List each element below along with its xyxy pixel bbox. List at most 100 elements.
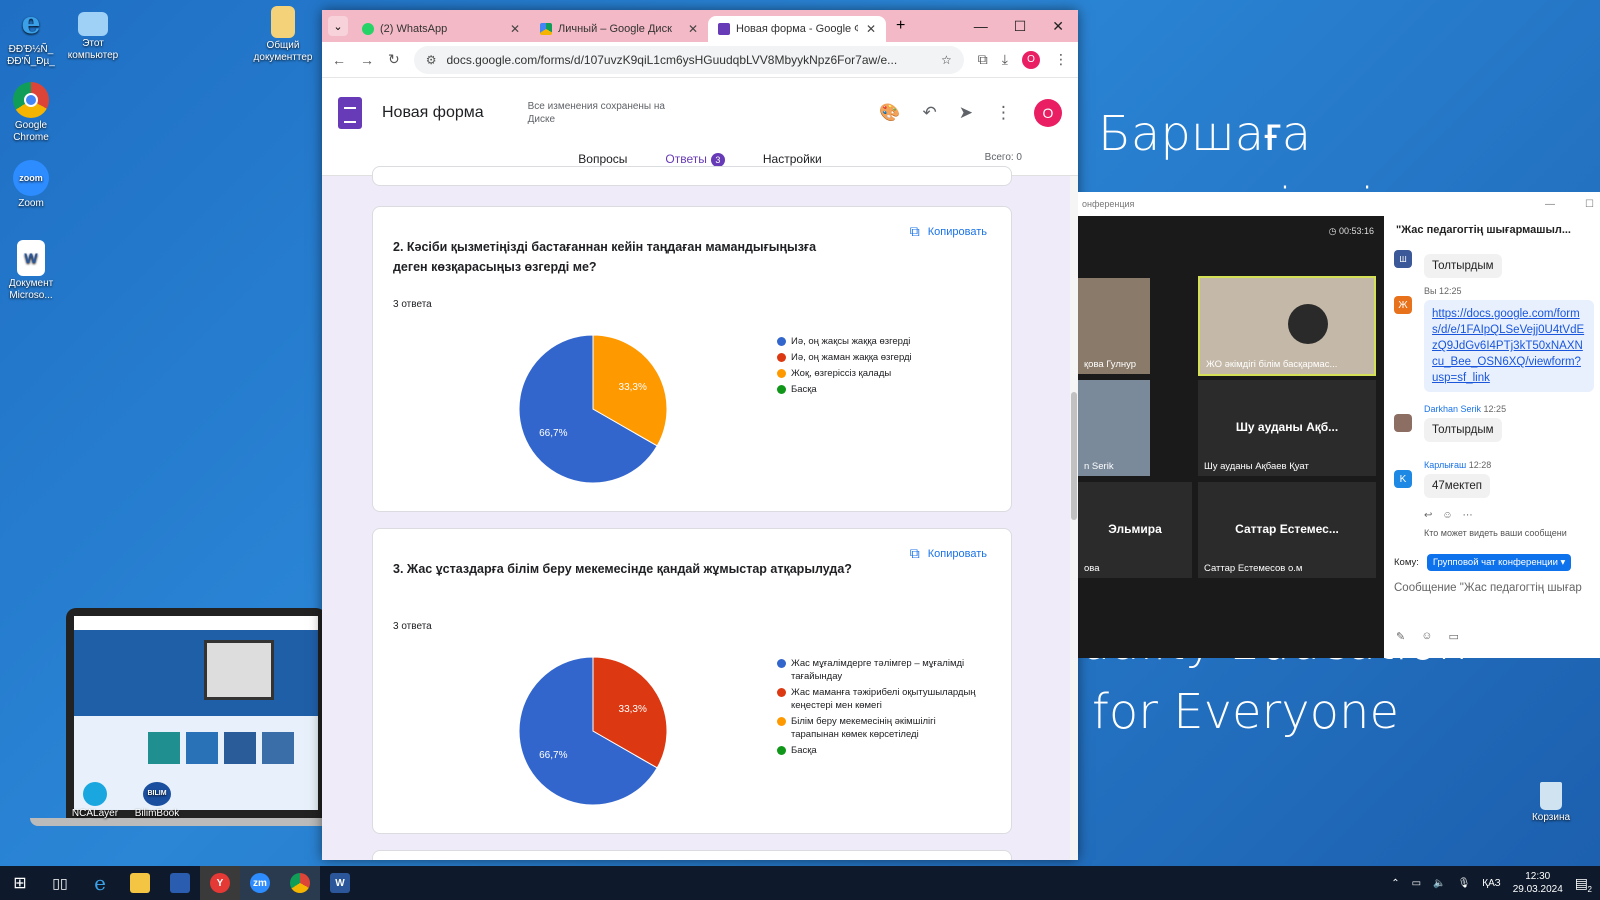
microphone-icon[interactable]: 🎙 [1458,878,1471,889]
meeting-timer-text: 00:53:16 [1338,226,1374,236]
taskbar-yandex[interactable]: Y [200,866,240,900]
maximize-icon[interactable]: ☐ [1014,18,1027,35]
input-language[interactable]: ҚАЗ [1482,878,1500,889]
card-next-edge [372,850,1012,860]
undo-icon[interactable]: ↶ [923,103,937,123]
forms-logo-icon[interactable] [338,97,362,129]
bookmark-star-icon[interactable]: ☆ [941,53,952,67]
minimize-icon[interactable]: — [974,18,988,35]
copy-chart-button[interactable]: ⧉ Копировать [910,545,987,562]
tab-google-forms[interactable]: Новая форма - Google Фо ✕ [708,16,886,42]
sender-name[interactable]: Карлығаш [1424,460,1466,470]
chrome-icon [13,82,49,118]
video-tile-active-speaker[interactable]: ЖО әкімдігі білім басқармас... [1198,276,1376,376]
download-icon[interactable]: ⤓ [1002,51,1008,68]
desktop-icon-bilimbook[interactable]: BILIM BilimBook [126,782,188,820]
video-tile[interactable]: Шу ауданы Ақб... Шу ауданы Ақбаев Қуат [1198,380,1376,476]
zoom-title-bar: онференция — ☐ [1078,192,1600,216]
zoom-minimize-icon[interactable]: — [1545,199,1555,210]
taskbar-zoom[interactable]: zm [240,866,280,900]
participant-name: n Serik [1084,461,1114,472]
chat-title: "Жас педагогтің шығармашыл... [1396,224,1571,236]
legend-item: Иә, оң жақсы жаққа өзгерді [777,335,977,348]
legend-item: Жоқ, өзгеріссіз қалады [777,367,977,380]
pie-slice-label: 33,3% [619,704,647,715]
tab-label: Новая форма - Google Фо [736,23,858,35]
visibility-note: Кто может видеть ваши сообщени [1424,528,1600,538]
copy-chart-button[interactable]: ⧉ Копировать [910,223,987,240]
tab-google-drive[interactable]: Личный – Google Диск ✕ [530,16,708,42]
message-input[interactable]: Сообщение "Жас педагогтің шығар [1394,582,1598,594]
taskbar-edge[interactable]: e [80,866,120,900]
chat-message: Darkhan Serik 12:25 Толтырдым [1394,404,1594,442]
form-title[interactable]: Новая форма [382,104,484,122]
task-view-button[interactable]: ▯▯ [40,866,80,900]
zoom-maximize-icon[interactable]: ☐ [1585,199,1594,210]
question-title: 3. Жас ұстаздарға білім беру мекемесінде… [393,562,852,576]
file-icon[interactable]: ▭ [1448,630,1458,643]
notifications-icon[interactable]: ▤ 2 [1575,875,1592,894]
url-field[interactable]: ⚙ docs.google.com/forms/d/107uvzK9qiL1cm… [413,45,964,74]
taskbar-explorer[interactable] [120,866,160,900]
message-text: Толтырдым [1424,254,1502,278]
message-link[interactable]: https://docs.google.com/forms/d/e/1FAIpQ… [1432,308,1584,384]
edge-icon: e [94,871,106,895]
close-tab-icon[interactable]: ✕ [866,22,876,36]
reload-icon[interactable]: ↻ [388,51,400,68]
video-tile[interactable]: қова Гулнур [1078,278,1150,374]
close-tab-icon[interactable]: ✕ [510,22,520,36]
bilimbook-icon [170,873,190,893]
desktop-icon-recycle-bin[interactable]: Корзина [1520,782,1582,824]
more-icon[interactable]: ⋯ [1463,510,1473,521]
emoji-icon[interactable]: ☺ [1421,630,1432,643]
extensions-icon[interactable]: ⧉ [978,51,988,68]
taskbar: ⊞ ▯▯ e Y zm W ⌃ ▭ 🔈 🎙 ҚАЗ 12:30 29.03.20… [0,866,1600,900]
scrollbar-thumb[interactable] [1071,392,1077,520]
close-window-icon[interactable]: ✕ [1052,18,1064,35]
account-avatar[interactable]: O [1034,99,1062,127]
sender-name[interactable]: Darkhan Serik [1424,404,1481,414]
site-info-icon[interactable]: ⚙ [426,53,437,67]
send-icon[interactable]: ➤ [959,103,973,123]
desktop-icon-ie[interactable]: e ÐĐ'Ð½Ñ_ ÐĐ'Ñ_Ðµ_ [0,6,62,68]
close-tab-icon[interactable]: ✕ [688,22,698,36]
content-scrollbar[interactable] [1070,176,1078,860]
volume-icon[interactable]: 🔈 [1433,878,1445,889]
video-tile[interactable]: Эльмира ова [1078,482,1192,578]
chart-legend: Иә, оң жақсы жаққа өзгерді Иә, оң жаман … [777,335,977,399]
more-options-icon[interactable]: ⋮ [995,103,1012,123]
new-tab-icon[interactable]: + [896,17,905,35]
desktop-icon-this-pc[interactable]: Этот компьютер [62,6,124,62]
format-icon[interactable]: ✎ [1396,630,1405,643]
profile-avatar[interactable]: O [1022,50,1040,69]
participant-name: ЖО әкімдігі білім басқармас... [1206,359,1338,370]
legend-swatch [777,337,786,346]
system-tray: ⌃ ▭ 🔈 🎙 ҚАЗ 12:30 29.03.2024 ▤ 2 [1391,870,1600,896]
browser-menu-icon[interactable]: ⋮ [1054,51,1068,68]
tab-search-chevron-icon[interactable]: ⌄ [328,16,348,36]
legend-swatch [777,688,786,697]
desktop-icon-shared-docs[interactable]: Общий документтер [252,6,314,64]
desktop-icon-word-doc[interactable]: W Документ Microso... [0,240,62,302]
desktop-icon-zoom[interactable]: zoom Zoom [0,160,62,210]
desktop-icon-label: Корзина [1531,812,1571,823]
palette-icon[interactable]: 🎨 [879,103,900,123]
desktop-icon-chrome[interactable]: Google Chrome [0,82,62,144]
desktop-icon-ncalayer[interactable]: NCALayer [64,782,126,820]
back-icon[interactable]: ← [332,52,346,68]
forward-icon[interactable]: → [360,52,374,68]
reply-icon[interactable]: ↩ [1424,510,1432,521]
video-tile[interactable]: n Serik [1078,380,1150,476]
start-button[interactable]: ⊞ [0,866,40,900]
taskbar-chrome[interactable] [280,866,320,900]
responses-count-badge: 3 [710,153,725,167]
tab-whatsapp[interactable]: (2) WhatsApp ✕ [352,16,530,42]
video-tile[interactable]: Саттар Естемес... Саттар Естемесов о.м [1198,482,1376,578]
tray-chevron-icon[interactable]: ⌃ [1391,878,1399,889]
emoji-react-icon[interactable]: ☺ [1442,510,1452,521]
taskbar-bilimbook[interactable] [160,866,200,900]
recipient-select[interactable]: Групповой чат конференции ▾ [1426,554,1572,571]
clock[interactable]: 12:30 29.03.2024 [1513,870,1563,896]
network-icon[interactable]: ▭ [1412,878,1421,889]
taskbar-word[interactable]: W [320,866,360,900]
